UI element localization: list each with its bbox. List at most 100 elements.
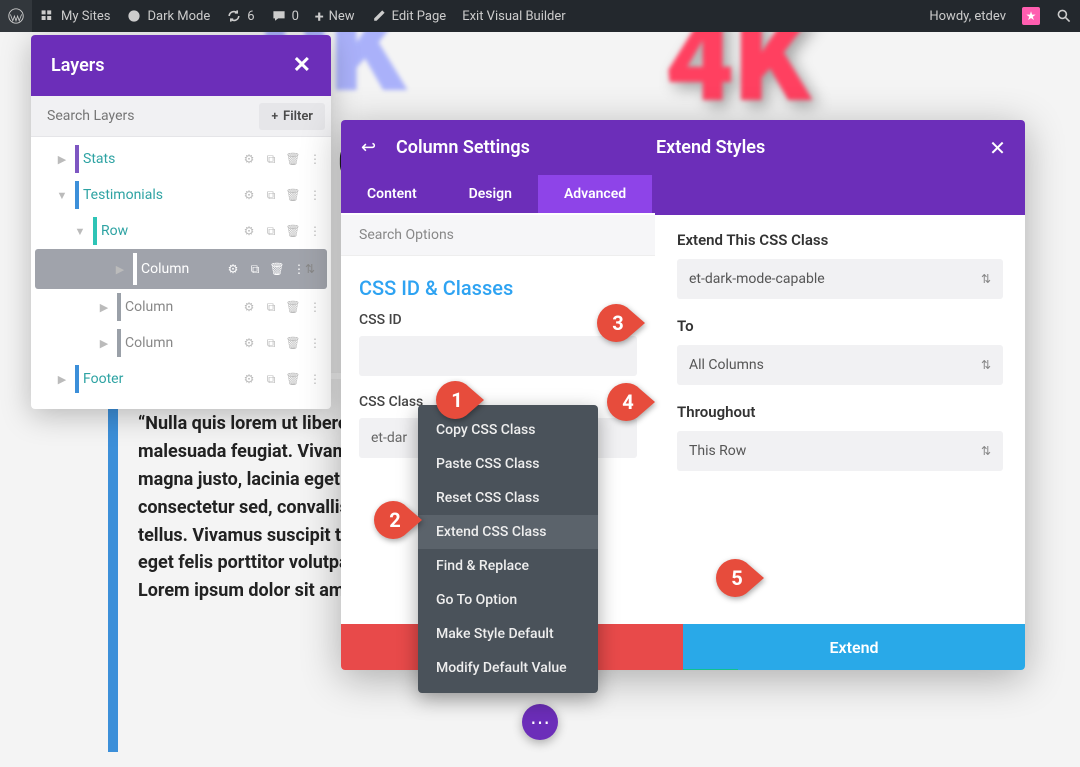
my-sites[interactable]: My Sites: [32, 0, 118, 32]
gear-icon[interactable]: ⚙: [239, 149, 259, 169]
more-icon[interactable]: ⋮: [305, 333, 325, 353]
trash-icon[interactable]: 🗑: [283, 369, 303, 389]
layers-filter-button[interactable]: +Filter: [259, 103, 325, 130]
duplicate-icon[interactable]: ⧉: [261, 149, 281, 169]
layer-label: Column: [121, 335, 239, 351]
search-options[interactable]: Search Options: [341, 215, 655, 256]
trash-icon[interactable]: 🗑: [283, 333, 303, 353]
gear-icon[interactable]: ⚙: [239, 333, 259, 353]
search[interactable]: [1048, 0, 1080, 32]
ctx-find-replace[interactable]: Find & Replace: [418, 549, 598, 583]
new-label: New: [329, 9, 355, 24]
layer-row[interactable]: ▼ Row⚙⧉🗑⋮: [31, 213, 331, 249]
trash-icon[interactable]: 🗑: [283, 297, 303, 317]
gear-icon[interactable]: ⚙: [239, 297, 259, 317]
layer-column[interactable]: ▶ Column⚙⧉🗑⋮: [31, 325, 331, 361]
tab-design[interactable]: Design: [443, 175, 538, 213]
more-icon[interactable]: ⋮: [305, 185, 325, 205]
expand-icon[interactable]: ▶: [49, 153, 75, 166]
ctx-paste-css[interactable]: Paste CSS Class: [418, 447, 598, 481]
duplicate-icon[interactable]: ⧉: [261, 369, 281, 389]
layers-close-icon[interactable]: ✕: [293, 53, 311, 78]
duplicate-icon[interactable]: ⧉: [261, 297, 281, 317]
updates[interactable]: 6: [218, 0, 262, 32]
user-avatar[interactable]: ★: [1014, 0, 1048, 32]
duplicate-icon[interactable]: ⧉: [261, 333, 281, 353]
duplicate-icon[interactable]: ⧉: [245, 259, 265, 279]
layer-column-selected[interactable]: ▶ Column⚙⧉🗑⋮: [35, 249, 327, 289]
trash-icon[interactable]: 🗑: [283, 185, 303, 205]
back-icon[interactable]: ↩: [341, 137, 396, 158]
more-icon[interactable]: ⋮: [305, 149, 325, 169]
more-icon[interactable]: ⋮: [305, 221, 325, 241]
extend-class-label: Extend This CSS Class: [677, 231, 1003, 249]
comments[interactable]: 0: [263, 0, 307, 32]
settings-tabs: Content Design Advanced: [341, 175, 655, 213]
layers-search-input[interactable]: [31, 96, 253, 136]
layer-label: Stats: [79, 151, 239, 167]
dark-mode[interactable]: Dark Mode: [118, 0, 218, 32]
throughout-select[interactable]: This Row: [677, 431, 1003, 471]
ctx-goto-option[interactable]: Go To Option: [418, 583, 598, 617]
tab-content[interactable]: Content: [341, 175, 443, 213]
exit-vb-label: Exit Visual Builder: [462, 9, 565, 24]
expand-icon[interactable]: ▶: [49, 373, 75, 386]
updates-count: 6: [247, 9, 254, 24]
settings-close-icon[interactable]: ✕: [970, 136, 1025, 160]
trash-icon[interactable]: 🗑: [283, 221, 303, 241]
duplicate-icon[interactable]: ⧉: [261, 185, 281, 205]
exit-visual-builder[interactable]: Exit Visual Builder: [454, 0, 573, 32]
layer-column[interactable]: ▶Column⚙⧉🗑⋮: [31, 289, 331, 325]
howdy-user[interactable]: Howdy, etdev: [921, 0, 1014, 32]
collapse-icon[interactable]: ▼: [67, 225, 93, 238]
wp-logo[interactable]: [0, 0, 32, 32]
new[interactable]: +New: [307, 0, 363, 32]
howdy-label: Howdy, etdev: [929, 9, 1006, 24]
dark-mode-label: Dark Mode: [147, 9, 210, 24]
annotation-pin-1: 1: [436, 381, 484, 419]
more-icon[interactable]: ⋮: [289, 259, 309, 279]
fab-more[interactable]: ⋯: [522, 704, 558, 740]
layer-label: Footer: [79, 371, 239, 387]
ctx-modify-default[interactable]: Modify Default Value: [418, 651, 598, 685]
annotation-pin-5: 5: [716, 559, 764, 597]
extend-styles-column: Extend This CSS Class et-dark-mode-capab…: [655, 215, 1025, 526]
context-menu: Copy CSS Class Paste CSS Class Reset CSS…: [418, 405, 598, 693]
gear-icon[interactable]: ⚙: [223, 259, 243, 279]
wp-admin-bar: My Sites Dark Mode 6 0 +New Edit Page Ex…: [0, 0, 1080, 32]
layer-footer[interactable]: ▶ Footer⚙⧉🗑⋮: [31, 361, 331, 397]
expand-icon[interactable]: ▶: [91, 337, 117, 350]
layer-label: Column: [137, 261, 223, 277]
to-label: To: [677, 317, 1003, 335]
gear-icon[interactable]: ⚙: [239, 185, 259, 205]
gear-icon[interactable]: ⚙: [239, 221, 259, 241]
ctx-extend-css[interactable]: Extend CSS Class: [418, 515, 598, 549]
annotation-pin-3: 3: [597, 304, 645, 342]
more-icon[interactable]: ⋮: [305, 297, 325, 317]
extend-styles-title: Extend Styles: [656, 137, 970, 158]
layer-stats[interactable]: ▶ Stats⚙⧉🗑⋮: [31, 141, 331, 177]
ctx-make-default[interactable]: Make Style Default: [418, 617, 598, 651]
ctx-reset-css[interactable]: Reset CSS Class: [418, 481, 598, 515]
trash-icon[interactable]: 🗑: [283, 149, 303, 169]
expand-icon[interactable]: ▶: [91, 301, 117, 314]
tab-advanced[interactable]: Advanced: [538, 175, 652, 213]
css-id-input[interactable]: [359, 336, 637, 376]
duplicate-icon[interactable]: ⧉: [261, 221, 281, 241]
edit-page-label: Edit Page: [392, 9, 447, 24]
collapse-icon[interactable]: ▼: [49, 189, 75, 202]
edit-page[interactable]: Edit Page: [363, 0, 455, 32]
expand-icon[interactable]: ▶: [107, 263, 133, 276]
more-icon[interactable]: ⋮: [305, 369, 325, 389]
extend-class-value[interactable]: et-dark-mode-capable: [677, 259, 1003, 299]
layers-panel: Layers ✕ +Filter ▶Stats⚙⧉🗑⋮ ▼Testimonial…: [31, 35, 331, 409]
filter-label: Filter: [283, 109, 313, 124]
layer-label: Testimonials: [79, 187, 239, 203]
throughout-label: Throughout: [677, 403, 1003, 421]
layer-label: Row: [97, 223, 239, 239]
trash-icon[interactable]: 🗑: [267, 259, 287, 279]
layer-testimonials[interactable]: ▼ Testimonials⚙⧉🗑⋮: [31, 177, 331, 213]
to-select[interactable]: All Columns: [677, 345, 1003, 385]
extend-button[interactable]: Extend: [683, 624, 1025, 670]
gear-icon[interactable]: ⚙: [239, 369, 259, 389]
